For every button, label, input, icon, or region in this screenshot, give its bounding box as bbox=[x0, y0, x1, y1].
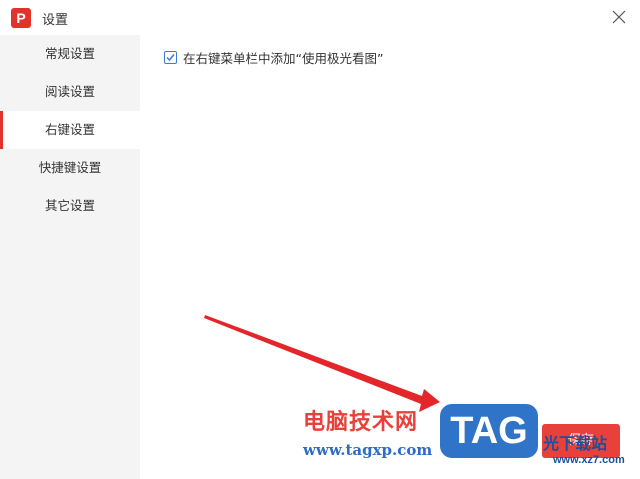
window-title: 设置 bbox=[42, 13, 69, 28]
close-icon bbox=[612, 10, 626, 24]
app-logo-icon: P bbox=[11, 8, 31, 28]
watermark-cn-text-2: 光下载站 bbox=[543, 434, 608, 453]
check-icon bbox=[166, 53, 175, 61]
close-button[interactable] bbox=[608, 6, 630, 28]
sidebar-item-other[interactable]: 其它设置 bbox=[0, 187, 140, 225]
context-menu-option-label: 在右键菜单栏中添加“使用极光看图” bbox=[183, 50, 384, 66]
context-menu-checkbox[interactable] bbox=[164, 50, 177, 64]
context-menu-option[interactable]: 在右键菜单栏中添加“使用极光看图” bbox=[164, 47, 383, 67]
watermark-url-2: www.xz7.com bbox=[553, 454, 625, 466]
sidebar-item-shortcuts[interactable]: 快捷键设置 bbox=[0, 149, 140, 187]
title-bar: P 设置 bbox=[0, 0, 640, 35]
sidebar-item-reading[interactable]: 阅读设置 bbox=[0, 73, 140, 111]
watermark-url: www.tagxp.com bbox=[303, 441, 433, 459]
sidebar-item-right-click[interactable]: 右键设置 bbox=[0, 111, 140, 149]
sidebar-item-general[interactable]: 常规设置 bbox=[0, 35, 140, 73]
settings-sidebar: 常规设置 阅读设置 右键设置 快捷键设置 其它设置 bbox=[0, 35, 140, 479]
watermark-tag-logo: TAG bbox=[440, 404, 538, 458]
watermark-cn-text: 电脑技术网 bbox=[303, 410, 419, 435]
